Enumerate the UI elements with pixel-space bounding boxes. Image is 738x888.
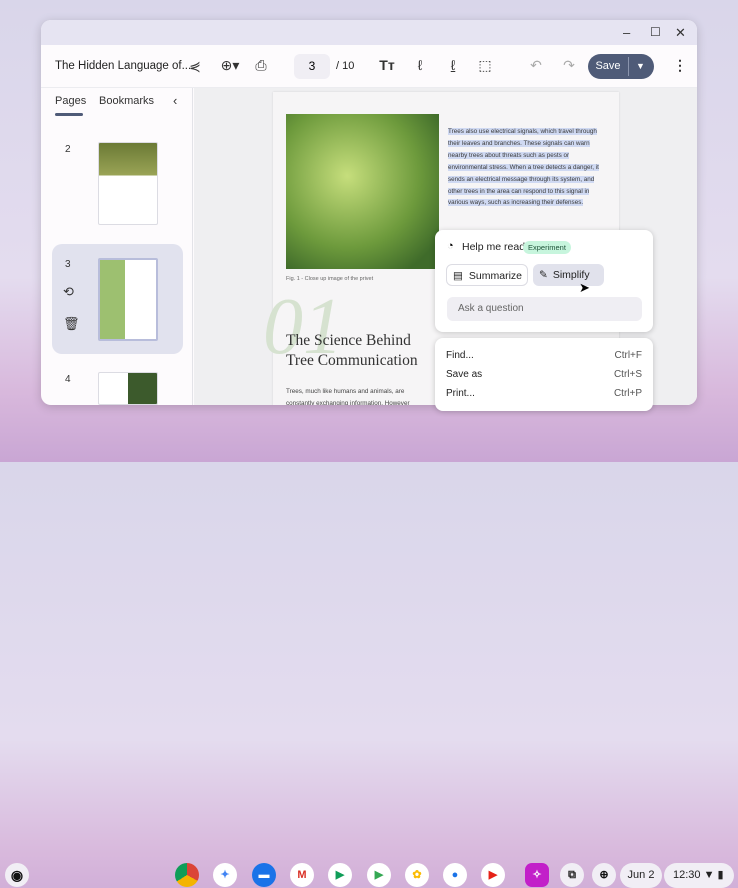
status-area[interactable]: 12:30 ▼ ▮ [664,863,734,888]
page-number: 2 [65,144,71,155]
gmail-icon[interactable]: M [290,863,314,887]
redo-icon[interactable]: ↷ [559,57,579,74]
play-store-icon[interactable]: ▶ [367,863,391,887]
draw-icon[interactable]: ℓ [410,57,430,73]
collapse-sidebar-icon[interactable]: ‹ [173,93,177,108]
print-icon[interactable]: ⎙ [251,57,271,74]
rotate-icon[interactable]: ⟲ [63,284,74,300]
save-label: Save [595,60,621,72]
messages-icon[interactable]: ● [443,863,467,887]
photos-icon[interactable]: ✿ [405,863,429,887]
save-button[interactable]: Save ▼ [588,54,654,79]
page-thumbnail[interactable] [98,258,158,341]
selected-text[interactable]: Trees also use electrical signals, which… [448,126,603,209]
date[interactable]: Jun 2 [620,863,662,888]
title-bar: – ☐ ✕ [41,20,697,45]
tab-bookmarks[interactable]: Bookmarks [99,95,154,107]
meet-icon[interactable]: ▶ [328,863,352,887]
signature-icon[interactable]: ℓ [443,57,463,73]
files-icon[interactable]: ▬ [252,863,276,887]
sidebar: Pages Bookmarks ‹ 2 3 ⟲ 🗑 4 [41,88,193,405]
save-dropdown-icon[interactable]: ▼ [636,54,645,79]
delete-icon[interactable]: 🗑 [63,316,80,332]
zoom-menu-icon[interactable]: ⊕▾ [217,57,243,74]
simplify-icon: ✎ [539,269,548,281]
mouse-cursor-icon: ➤ [579,280,590,295]
text-size-icon[interactable]: Tт [377,57,397,73]
ask-question-input[interactable]: Ask a question [447,297,642,321]
page-thumbnail[interactable] [98,142,158,225]
youtube-icon[interactable]: ▶ [481,863,505,887]
experiment-badge: Experiment [523,241,571,254]
tab-pages[interactable]: Pages [55,95,86,107]
tote-icon[interactable]: ⧉ [560,863,584,887]
page-number-input[interactable]: 3 [294,54,330,79]
menu-item-print[interactable]: Print... Ctrl+P [446,388,642,399]
launcher-icon[interactable]: ◉ [5,863,29,887]
maximize-button[interactable]: ☐ [650,25,661,39]
leaf-photo [286,114,439,269]
wifi-icon: ▼ [703,869,715,881]
body-text: Trees, much like humans and animals, are… [286,388,410,405]
toolbar: The Hidden Language of... ⋞ ⊕▾ ⎙ 3 / 10 … [41,45,697,88]
add-icon[interactable]: ⊕ [592,863,616,887]
share-icon[interactable]: ⋞ [185,58,205,75]
battery-icon: ▮ [717,869,724,881]
more-options-icon[interactable]: ⋮ [670,57,690,74]
document-title: The Hidden Language of... [55,60,192,72]
menu-item-save-as[interactable]: Save as Ctrl+S [446,369,642,380]
close-button[interactable]: ✕ [675,25,686,41]
help-me-read-icon: ◔ [447,240,454,252]
page-thumbnail[interactable] [98,372,158,405]
total-pages: / 10 [336,60,355,72]
simplify-button[interactable]: ✎ Simplify [533,264,604,286]
summarize-button[interactable]: ▤ Summarize [446,264,528,286]
pdf-app-icon[interactable]: ✧ [525,863,549,887]
undo-icon[interactable]: ↶ [526,57,546,74]
help-me-read-panel: ◔ Help me read Experiment ▤ Summarize ✎ Si… [435,230,653,332]
minimize-button[interactable]: – [623,25,630,40]
summarize-icon: ▤ [453,270,463,282]
page-number: 4 [65,374,71,385]
section-heading: The Science Behind Tree Communication [286,332,418,369]
panel-title: Help me read [462,241,526,253]
select-area-icon[interactable]: ⬚ [475,57,495,74]
gemini-icon[interactable]: ✦ [213,863,237,887]
context-menu: Find... Ctrl+F Save as Ctrl+S Print... Ctrl… [435,338,653,411]
chrome-icon[interactable] [175,863,199,887]
shelf: ◉ ✦ ▬ M ▶ ▶ ✿ ● ▶ ✧ ⧉ ⊕ Jun 2 12:30 ▼ ▮ [0,430,738,888]
menu-item-find[interactable]: Find... Ctrl+F [446,350,642,361]
clock: 12:30 [673,869,701,881]
page-number: 3 [65,259,71,270]
